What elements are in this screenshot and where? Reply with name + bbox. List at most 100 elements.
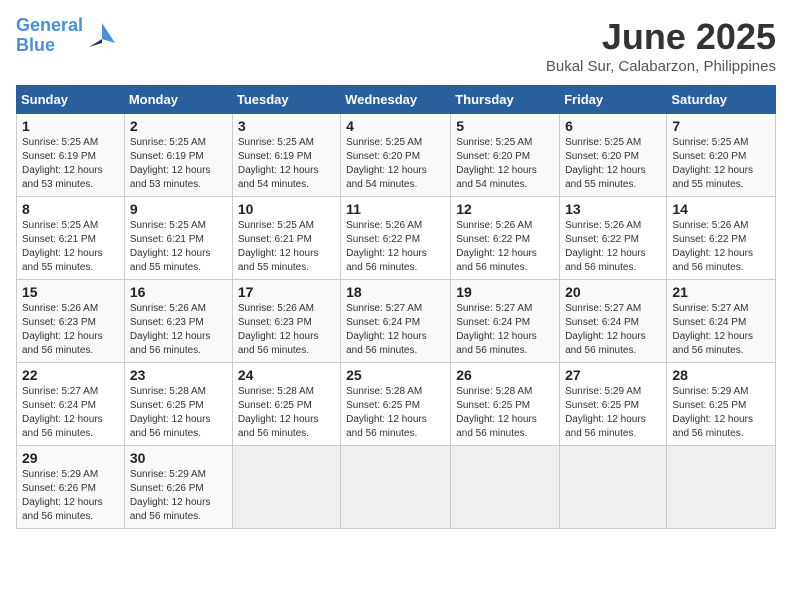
- col-tuesday: Tuesday: [232, 86, 340, 114]
- day-info: Sunrise: 5:27 AMSunset: 6:24 PMDaylight:…: [672, 303, 753, 356]
- calendar-cell: [232, 446, 340, 529]
- day-info: Sunrise: 5:28 AMSunset: 6:25 PMDaylight:…: [346, 386, 427, 439]
- day-number: 15: [22, 284, 119, 300]
- calendar-body: 1 Sunrise: 5:25 AMSunset: 6:19 PMDayligh…: [17, 114, 776, 529]
- day-number: 13: [565, 201, 661, 217]
- calendar-cell: 19 Sunrise: 5:27 AMSunset: 6:24 PMDaylig…: [451, 280, 560, 363]
- day-info: Sunrise: 5:25 AMSunset: 6:19 PMDaylight:…: [130, 137, 211, 190]
- day-info: Sunrise: 5:27 AMSunset: 6:24 PMDaylight:…: [22, 386, 103, 439]
- col-wednesday: Wednesday: [341, 86, 451, 114]
- col-monday: Monday: [124, 86, 232, 114]
- day-info: Sunrise: 5:27 AMSunset: 6:24 PMDaylight:…: [565, 303, 646, 356]
- day-number: 7: [672, 118, 770, 134]
- day-info: Sunrise: 5:25 AMSunset: 6:21 PMDaylight:…: [130, 220, 211, 273]
- day-info: Sunrise: 5:26 AMSunset: 6:22 PMDaylight:…: [346, 220, 427, 273]
- day-number: 5: [456, 118, 554, 134]
- day-number: 17: [238, 284, 335, 300]
- day-number: 16: [130, 284, 227, 300]
- calendar-cell: 9 Sunrise: 5:25 AMSunset: 6:21 PMDayligh…: [124, 197, 232, 280]
- calendar-cell: 4 Sunrise: 5:25 AMSunset: 6:20 PMDayligh…: [341, 114, 451, 197]
- logo: GeneralBlue: [16, 16, 117, 56]
- logo-icon: [87, 21, 117, 51]
- calendar-cell: 20 Sunrise: 5:27 AMSunset: 6:24 PMDaylig…: [560, 280, 667, 363]
- day-info: Sunrise: 5:26 AMSunset: 6:23 PMDaylight:…: [130, 303, 211, 356]
- day-number: 11: [346, 201, 445, 217]
- calendar-cell: 16 Sunrise: 5:26 AMSunset: 6:23 PMDaylig…: [124, 280, 232, 363]
- calendar-cell: 11 Sunrise: 5:26 AMSunset: 6:22 PMDaylig…: [341, 197, 451, 280]
- calendar-week-1: 1 Sunrise: 5:25 AMSunset: 6:19 PMDayligh…: [17, 114, 776, 197]
- day-info: Sunrise: 5:26 AMSunset: 6:22 PMDaylight:…: [456, 220, 537, 273]
- calendar-cell: 12 Sunrise: 5:26 AMSunset: 6:22 PMDaylig…: [451, 197, 560, 280]
- day-info: Sunrise: 5:25 AMSunset: 6:20 PMDaylight:…: [346, 137, 427, 190]
- calendar-cell: [341, 446, 451, 529]
- day-info: Sunrise: 5:26 AMSunset: 6:23 PMDaylight:…: [22, 303, 103, 356]
- calendar-cell: 24 Sunrise: 5:28 AMSunset: 6:25 PMDaylig…: [232, 363, 340, 446]
- day-info: Sunrise: 5:25 AMSunset: 6:19 PMDaylight:…: [238, 137, 319, 190]
- day-number: 19: [456, 284, 554, 300]
- calendar-week-2: 8 Sunrise: 5:25 AMSunset: 6:21 PMDayligh…: [17, 197, 776, 280]
- day-number: 10: [238, 201, 335, 217]
- calendar-cell: 3 Sunrise: 5:25 AMSunset: 6:19 PMDayligh…: [232, 114, 340, 197]
- calendar-cell: 30 Sunrise: 5:29 AMSunset: 6:26 PMDaylig…: [124, 446, 232, 529]
- day-info: Sunrise: 5:26 AMSunset: 6:22 PMDaylight:…: [565, 220, 646, 273]
- calendar-week-3: 15 Sunrise: 5:26 AMSunset: 6:23 PMDaylig…: [17, 280, 776, 363]
- col-friday: Friday: [560, 86, 667, 114]
- calendar-cell: 1 Sunrise: 5:25 AMSunset: 6:19 PMDayligh…: [17, 114, 125, 197]
- day-number: 9: [130, 201, 227, 217]
- day-info: Sunrise: 5:25 AMSunset: 6:20 PMDaylight:…: [456, 137, 537, 190]
- header: GeneralBlue June 2025 Bukal Sur, Calabar…: [16, 16, 776, 75]
- day-info: Sunrise: 5:27 AMSunset: 6:24 PMDaylight:…: [346, 303, 427, 356]
- day-number: 28: [672, 367, 770, 383]
- calendar-cell: 10 Sunrise: 5:25 AMSunset: 6:21 PMDaylig…: [232, 197, 340, 280]
- calendar-table: Sunday Monday Tuesday Wednesday Thursday…: [16, 85, 776, 529]
- calendar-cell: 22 Sunrise: 5:27 AMSunset: 6:24 PMDaylig…: [17, 363, 125, 446]
- day-number: 20: [565, 284, 661, 300]
- calendar-cell: 6 Sunrise: 5:25 AMSunset: 6:20 PMDayligh…: [560, 114, 667, 197]
- calendar-cell: 13 Sunrise: 5:26 AMSunset: 6:22 PMDaylig…: [560, 197, 667, 280]
- calendar-subtitle: Bukal Sur, Calabarzon, Philippines: [546, 58, 776, 75]
- calendar-cell: 2 Sunrise: 5:25 AMSunset: 6:19 PMDayligh…: [124, 114, 232, 197]
- col-saturday: Saturday: [667, 86, 776, 114]
- day-number: 22: [22, 367, 119, 383]
- calendar-cell: 25 Sunrise: 5:28 AMSunset: 6:25 PMDaylig…: [341, 363, 451, 446]
- day-info: Sunrise: 5:25 AMSunset: 6:21 PMDaylight:…: [22, 220, 103, 273]
- day-info: Sunrise: 5:28 AMSunset: 6:25 PMDaylight:…: [238, 386, 319, 439]
- calendar-cell: 21 Sunrise: 5:27 AMSunset: 6:24 PMDaylig…: [667, 280, 776, 363]
- calendar-cell: [560, 446, 667, 529]
- day-number: 2: [130, 118, 227, 134]
- day-number: 30: [130, 450, 227, 466]
- day-number: 8: [22, 201, 119, 217]
- calendar-cell: 17 Sunrise: 5:26 AMSunset: 6:23 PMDaylig…: [232, 280, 340, 363]
- day-number: 6: [565, 118, 661, 134]
- header-row: Sunday Monday Tuesday Wednesday Thursday…: [17, 86, 776, 114]
- day-number: 26: [456, 367, 554, 383]
- day-info: Sunrise: 5:25 AMSunset: 6:20 PMDaylight:…: [565, 137, 646, 190]
- day-number: 27: [565, 367, 661, 383]
- calendar-cell: 23 Sunrise: 5:28 AMSunset: 6:25 PMDaylig…: [124, 363, 232, 446]
- day-info: Sunrise: 5:29 AMSunset: 6:26 PMDaylight:…: [22, 469, 103, 522]
- title-area: June 2025 Bukal Sur, Calabarzon, Philipp…: [546, 16, 776, 75]
- day-info: Sunrise: 5:25 AMSunset: 6:21 PMDaylight:…: [238, 220, 319, 273]
- calendar-title: June 2025: [546, 16, 776, 58]
- day-info: Sunrise: 5:28 AMSunset: 6:25 PMDaylight:…: [130, 386, 211, 439]
- calendar-cell: 7 Sunrise: 5:25 AMSunset: 6:20 PMDayligh…: [667, 114, 776, 197]
- day-info: Sunrise: 5:28 AMSunset: 6:25 PMDaylight:…: [456, 386, 537, 439]
- logo-text: GeneralBlue: [16, 16, 83, 56]
- day-info: Sunrise: 5:26 AMSunset: 6:22 PMDaylight:…: [672, 220, 753, 273]
- calendar-cell: 29 Sunrise: 5:29 AMSunset: 6:26 PMDaylig…: [17, 446, 125, 529]
- calendar-cell: 26 Sunrise: 5:28 AMSunset: 6:25 PMDaylig…: [451, 363, 560, 446]
- day-info: Sunrise: 5:29 AMSunset: 6:25 PMDaylight:…: [672, 386, 753, 439]
- col-sunday: Sunday: [17, 86, 125, 114]
- day-number: 4: [346, 118, 445, 134]
- day-number: 21: [672, 284, 770, 300]
- calendar-week-4: 22 Sunrise: 5:27 AMSunset: 6:24 PMDaylig…: [17, 363, 776, 446]
- calendar-cell: 14 Sunrise: 5:26 AMSunset: 6:22 PMDaylig…: [667, 197, 776, 280]
- calendar-cell: 8 Sunrise: 5:25 AMSunset: 6:21 PMDayligh…: [17, 197, 125, 280]
- calendar-cell: 27 Sunrise: 5:29 AMSunset: 6:25 PMDaylig…: [560, 363, 667, 446]
- day-number: 25: [346, 367, 445, 383]
- calendar-cell: 18 Sunrise: 5:27 AMSunset: 6:24 PMDaylig…: [341, 280, 451, 363]
- day-number: 12: [456, 201, 554, 217]
- day-info: Sunrise: 5:29 AMSunset: 6:26 PMDaylight:…: [130, 469, 211, 522]
- day-number: 24: [238, 367, 335, 383]
- day-info: Sunrise: 5:25 AMSunset: 6:19 PMDaylight:…: [22, 137, 103, 190]
